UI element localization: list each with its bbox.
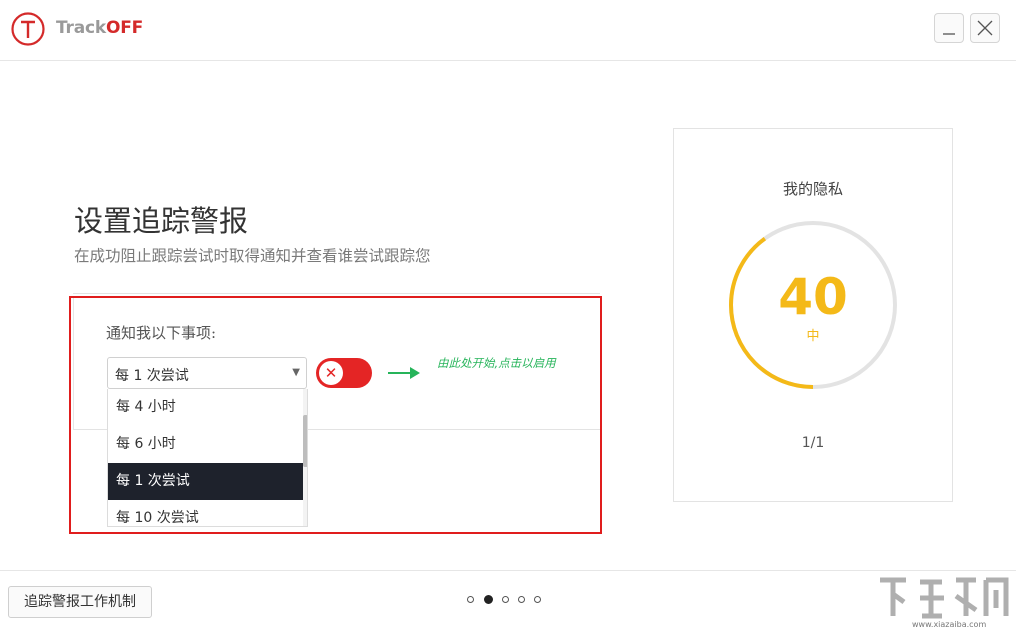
site-watermark: www.xiazaiba.com <box>872 572 1012 630</box>
privacy-score-level: 中 <box>806 329 820 344</box>
minimize-button[interactable] <box>934 13 964 43</box>
close-icon <box>977 20 993 36</box>
title-bar: TrackOFF <box>0 0 1016 61</box>
page-title: 设置追踪警报 <box>74 204 249 238</box>
pagination-dot-3[interactable] <box>502 596 509 603</box>
close-button[interactable] <box>970 13 1000 43</box>
privacy-title: 我的隐私 <box>782 180 843 198</box>
minimize-icon <box>943 33 955 35</box>
brand-name: TrackOFF <box>56 18 143 38</box>
highlight-frame <box>69 296 602 534</box>
privacy-pager: 1/1 <box>801 435 825 451</box>
watermark-url: www.xiazaiba.com <box>912 620 987 629</box>
pagination-dot-1[interactable] <box>467 596 474 603</box>
brand-name-part2: OFF <box>105 18 144 38</box>
pagination-dot-4[interactable] <box>518 596 525 603</box>
footer-divider <box>0 570 1016 571</box>
brand-name-part1: Track <box>56 18 106 38</box>
privacy-score-value: 40 <box>778 268 848 326</box>
trackoff-logo-icon <box>11 12 45 46</box>
pagination-dot-5[interactable] <box>534 596 541 603</box>
watermark-logo-icon <box>880 577 1009 619</box>
how-it-works-button[interactable]: 追踪警报工作机制 <box>8 586 152 618</box>
page-subtitle: 在成功阻止跟踪尝试时取得通知并查看谁尝试跟踪您 <box>74 247 431 265</box>
card-divider <box>73 293 600 294</box>
pagination-dot-2[interactable] <box>484 595 493 604</box>
